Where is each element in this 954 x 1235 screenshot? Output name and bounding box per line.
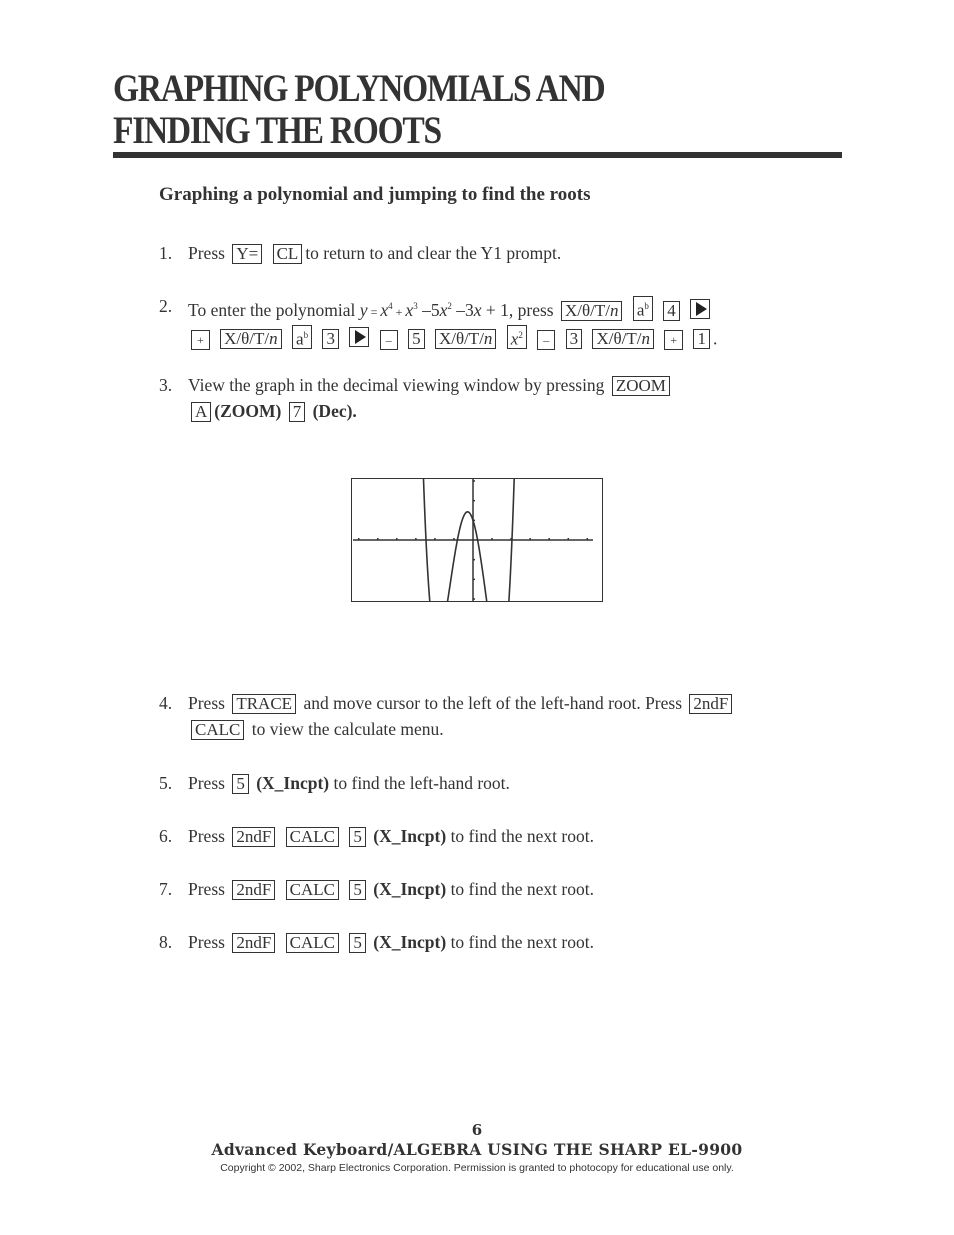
key-7: 7 (288, 402, 306, 422)
page-number: 6 (471, 1121, 483, 1139)
step-2: 2. To enter the polynomial y = x4 + x3 –… (159, 293, 819, 351)
right-arrow-key-icon (349, 327, 370, 348)
step-number: 7. (159, 879, 173, 899)
key-calc: CALC (191, 720, 245, 740)
page-title-line2: FINDING THE ROOTS (113, 109, 442, 152)
step-number: 5. (159, 773, 173, 793)
step-text: To enter the polynomial (188, 299, 356, 320)
key-5: 5 (349, 827, 366, 847)
key-x-theta-t-n: X/θ/T/n (592, 329, 654, 350)
step-text: Press (188, 243, 225, 263)
step-text: to find the left-hand root. (333, 773, 510, 793)
step-6: 6. Press 2ndF CALC 5 (X_Incpt) to find t… (159, 823, 819, 849)
step-number: 2. (159, 296, 173, 316)
key-calc: CALC (285, 880, 340, 900)
menu-label: (X_Incpt) (256, 773, 330, 793)
menu-label: (ZOOM) (214, 401, 282, 421)
menu-label: (X_Incpt) (373, 826, 447, 846)
key-5: 5 (232, 774, 249, 794)
step-text: to find the next root. (450, 879, 594, 899)
key-2ndf: 2ndF (232, 827, 276, 847)
key-1: 1 (693, 329, 710, 350)
step-text: and move cursor to the left of the left-… (303, 693, 683, 713)
step-text: to view the calculate menu. (251, 719, 444, 739)
key-5: 5 (349, 880, 366, 900)
key-cl: CL (272, 244, 303, 264)
footer-copyright: Copyright © 2002, Sharp Electronics Corp… (220, 1162, 734, 1174)
page-title: GRAPHING POLYNOMIALS AND FINDING THE ROO… (113, 67, 606, 152)
key-calc: CALC (285, 933, 340, 953)
step-text: Press (188, 879, 225, 899)
key-power: ab (292, 324, 313, 350)
graph-plot (353, 470, 593, 611)
step-number: 4. (159, 693, 173, 713)
key-power: ab (632, 296, 653, 321)
key-a: A (191, 402, 212, 422)
key-minus: – (379, 330, 398, 351)
page-title-line1: GRAPHING POLYNOMIALS AND (113, 67, 606, 110)
footer-book-title: Advanced Keyboard/ALGEBRA USING THE SHAR… (211, 1140, 743, 1159)
step-1: 1. Press Y= CL to return to and clear the… (159, 240, 819, 266)
key-2ndf: 2ndF (232, 880, 276, 900)
step-text: to find the next root. (450, 932, 594, 952)
key-y-equals: Y= (232, 244, 263, 264)
step-3: 3. View the graph in the decimal viewing… (159, 372, 819, 424)
menu-label: (Dec). (312, 401, 357, 421)
step-5: 5. Press 5 (X_Incpt) to find the left-ha… (159, 770, 819, 796)
title-rule (113, 152, 842, 158)
menu-label: (X_Incpt) (373, 932, 447, 952)
key-x-theta-t-n: X/θ/T/n (220, 329, 282, 350)
key-trace: TRACE (232, 694, 297, 714)
key-2ndf: 2ndF (689, 694, 733, 714)
key-x-theta-t-n: X/θ/T/n (560, 300, 623, 321)
key-x-squared: x2 (506, 324, 527, 350)
step-text: to find the next root. (450, 826, 594, 846)
step-8: 8. Press 2ndF CALC 5 (X_Incpt) to find t… (159, 929, 819, 955)
key-5: 5 (408, 329, 425, 350)
step-text: to return to and clear the Y1 prompt. (305, 243, 562, 263)
step-number: 6. (159, 826, 173, 846)
step-text: Press (188, 773, 225, 793)
key-3: 3 (565, 329, 583, 350)
period: . (712, 328, 718, 349)
section-subtitle: Graphing a polynomial and jumping to fin… (159, 184, 591, 205)
key-2ndf: 2ndF (232, 933, 276, 953)
key-zoom: ZOOM (611, 376, 670, 396)
key-5: 5 (349, 933, 366, 953)
step-number: 8. (159, 932, 173, 952)
key-3: 3 (322, 329, 339, 350)
key-x-theta-t-n: X/θ/T/n (434, 329, 497, 350)
polynomial-equation: y = x4 + x3 –5x2 –3x + 1, press (359, 299, 554, 320)
step-text: Press (188, 826, 225, 846)
calculator-graph-screen (351, 470, 603, 611)
step-4: 4. Press TRACE and move cursor to the le… (159, 690, 819, 742)
key-calc: CALC (285, 827, 340, 847)
step-text: View the graph in the decimal viewing wi… (188, 375, 605, 395)
key-plus: + (664, 330, 684, 351)
step-text: Press (188, 693, 225, 713)
step-text: Press (188, 932, 225, 952)
step-number: 1. (159, 243, 173, 263)
key-plus: + (191, 330, 210, 351)
step-7: 7. Press 2ndF CALC 5 (X_Incpt) to find t… (159, 876, 819, 902)
key-minus: – (537, 330, 556, 351)
step-number: 3. (159, 375, 173, 395)
right-arrow-key-icon (690, 298, 711, 319)
menu-label: (X_Incpt) (373, 879, 447, 899)
key-4: 4 (663, 300, 680, 321)
